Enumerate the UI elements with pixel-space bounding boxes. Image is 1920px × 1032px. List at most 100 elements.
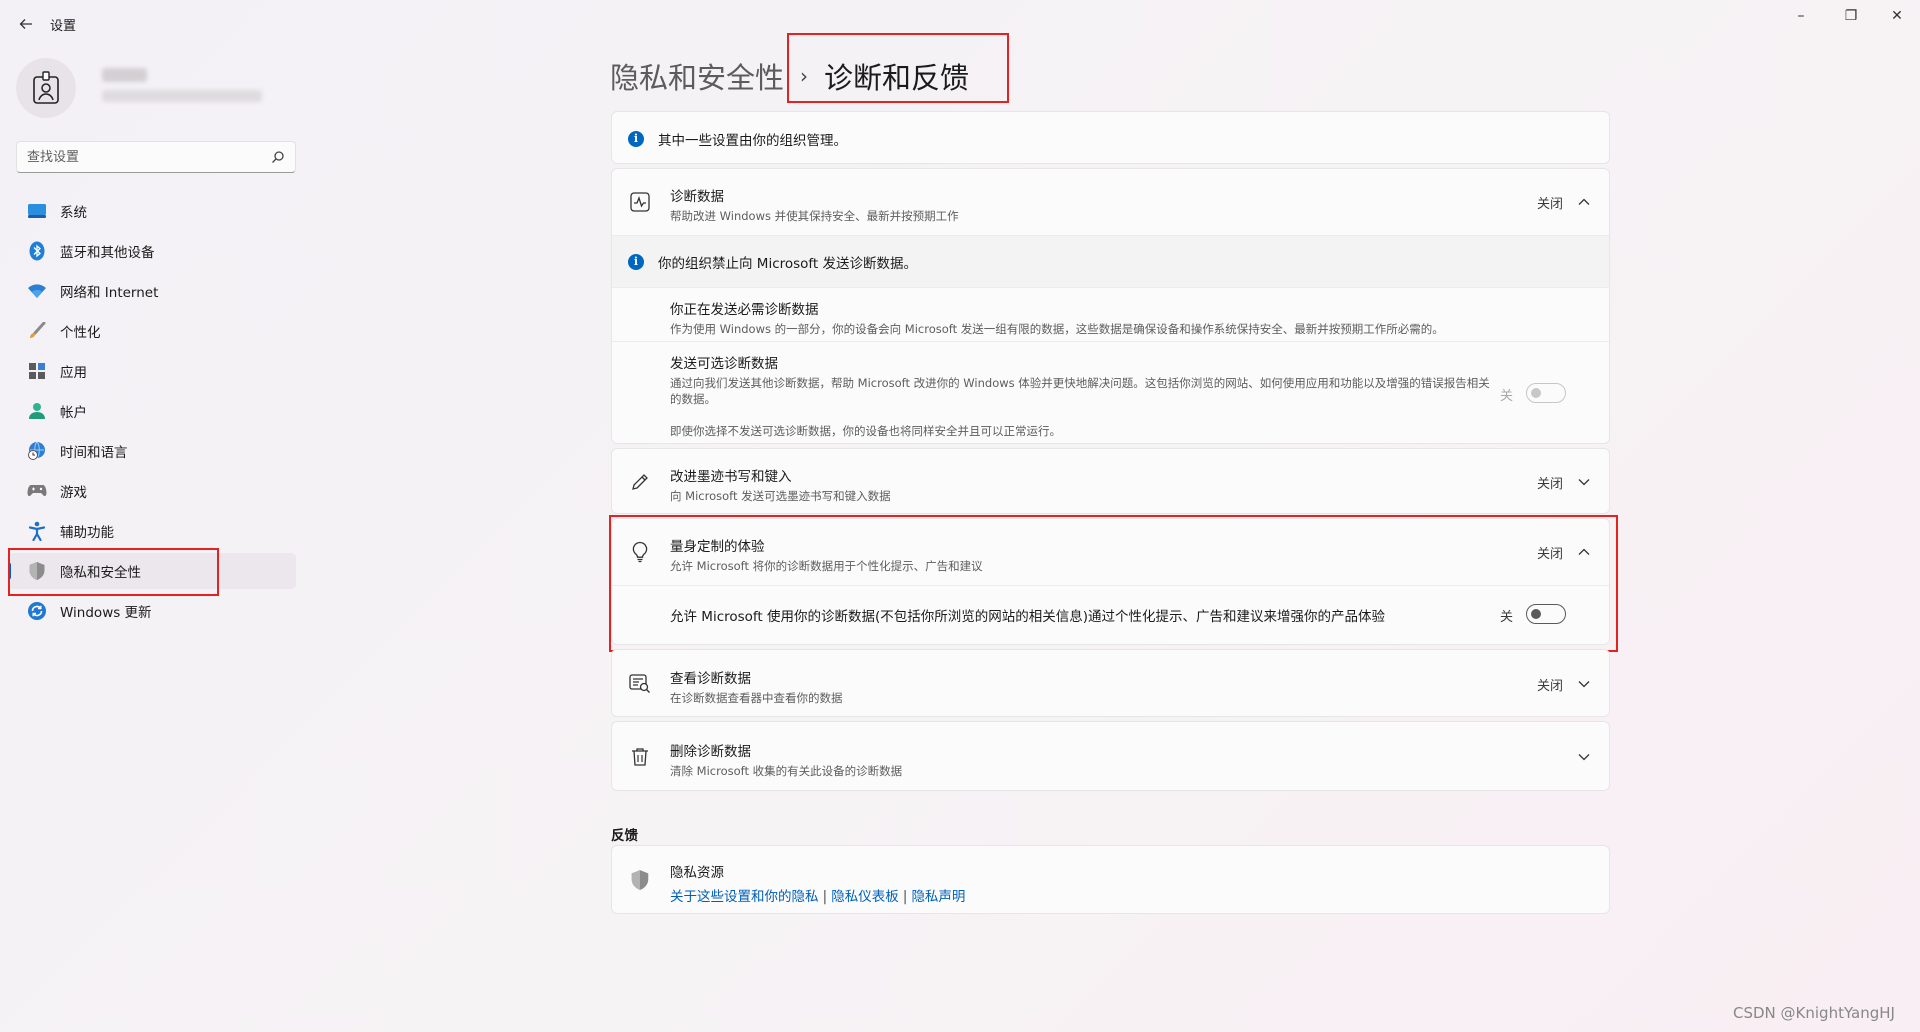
user-name-redacted	[102, 68, 147, 82]
sidebar-nav: 系统 蓝牙和其他设备 网络和 Internet 个性化 应用 帐户 时间和语言 …	[8, 193, 296, 633]
sidebar-item-windows-update[interactable]: Windows 更新	[8, 593, 296, 629]
tailored-desc: 允许 Microsoft 将你的诊断数据用于个性化提示、广告和建议	[670, 559, 983, 573]
privacy-resources-card: 隐私资源 关于这些设置和你的隐私 | 隐私仪表板 | 隐私声明	[611, 845, 1610, 914]
sidebar-item-privacy-security[interactable]: 隐私和安全性	[8, 553, 296, 589]
inking-status: 关闭	[1537, 477, 1564, 492]
avatar	[16, 58, 76, 118]
lightbulb-icon	[628, 540, 652, 564]
back-arrow-icon	[19, 19, 32, 29]
sidebar-item-gaming[interactable]: 游戏	[8, 473, 296, 509]
chevron-down-icon[interactable]	[1576, 749, 1592, 765]
sidebar-item-accounts[interactable]: 帐户	[8, 393, 296, 429]
feedback-heading: 反馈	[611, 828, 638, 844]
optional-data-toggle[interactable]	[1526, 383, 1566, 403]
sidebar-item-label: 蓝牙和其他设备	[60, 245, 155, 261]
diagnostic-data-status: 关闭	[1537, 197, 1564, 212]
link-separator: |	[822, 889, 828, 905]
delete-diagnostic-desc: 清除 Microsoft 收集的有关此设备的诊断数据	[670, 764, 903, 778]
sidebar-item-label: 隐私和安全性	[60, 565, 141, 581]
tailored-header[interactable]: 量身定制的体验 允许 Microsoft 将你的诊断数据用于个性化提示、广告和建…	[612, 519, 1609, 585]
diagnostic-data-header[interactable]: 诊断数据 帮助改进 Windows 并使其保持安全、最新并按预期工作 关闭	[612, 169, 1609, 235]
account-icon	[26, 400, 48, 422]
sidebar-item-label: 系统	[60, 205, 87, 221]
breadcrumb: 隐私和安全性 › 诊断和反馈	[610, 52, 969, 100]
shield-icon	[26, 560, 48, 582]
title-bar: 设置 – ❐ ✕	[0, 0, 1920, 48]
sidebar-item-system[interactable]: 系统	[8, 193, 296, 229]
view-diagnostic-desc: 在诊断数据查看器中查看你的数据	[670, 691, 843, 705]
required-data-desc: 作为使用 Windows 的一部分，你的设备会向 Microsoft 发送一组有…	[670, 322, 1444, 336]
optional-data-row: 发送可选诊断数据 通过向我们发送其他诊断数据，帮助 Microsoft 改进你的…	[612, 342, 1609, 444]
delete-diagnostic-title: 删除诊断数据	[670, 744, 751, 760]
view-diagnostic-card[interactable]: 查看诊断数据 在诊断数据查看器中查看你的数据 关闭	[611, 649, 1610, 717]
user-email-redacted	[102, 90, 262, 102]
chevron-up-icon[interactable]	[1576, 544, 1592, 560]
privacy-statement-link[interactable]: 隐私声明	[911, 889, 965, 905]
page-title: 诊断和反馈	[824, 61, 970, 95]
sidebar-item-label: 个性化	[60, 325, 101, 341]
sidebar-item-personalization[interactable]: 个性化	[8, 313, 296, 349]
shield-icon	[628, 868, 652, 892]
inking-typing-card[interactable]: 改进墨迹书写和键入 向 Microsoft 发送可选墨迹书写和键入数据 关闭	[611, 448, 1610, 514]
org-notice-text: 其中一些设置由你的组织管理。	[658, 133, 847, 149]
optional-data-desc: 通过向我们发送其他诊断数据，帮助 Microsoft 改进你的 Windows …	[670, 376, 1490, 406]
tailored-experiences-card: 量身定制的体验 允许 Microsoft 将你的诊断数据用于个性化提示、广告和建…	[611, 518, 1610, 645]
sidebar-item-label: 辅助功能	[60, 525, 114, 541]
optional-data-footer: 即使你选择不发送可选诊断数据，你的设备也将同样安全并且可以正常运行。	[670, 424, 1061, 438]
optional-data-title: 发送可选诊断数据	[670, 356, 778, 372]
tailored-option-text: 允许 Microsoft 使用你的诊断数据(不包括你所浏览的网站的相关信息)通过…	[670, 609, 1386, 625]
close-button[interactable]: ✕	[1874, 0, 1920, 32]
view-diagnostic-status: 关闭	[1537, 679, 1564, 694]
trash-icon	[628, 745, 652, 769]
sidebar-item-time-language[interactable]: 时间和语言	[8, 433, 296, 469]
apps-icon	[26, 360, 48, 382]
privacy-settings-link[interactable]: 关于这些设置和你的隐私	[670, 889, 819, 905]
info-icon: i	[628, 253, 644, 270]
search-box[interactable]	[16, 141, 296, 173]
inking-desc: 向 Microsoft 发送可选墨迹书写和键入数据	[670, 489, 891, 503]
accessibility-icon	[26, 520, 48, 542]
search-icon[interactable]	[271, 150, 285, 164]
chevron-down-icon[interactable]	[1576, 676, 1592, 692]
minimize-button[interactable]: –	[1778, 0, 1824, 32]
privacy-resources-title: 隐私资源	[670, 865, 724, 881]
sidebar-item-bluetooth[interactable]: 蓝牙和其他设备	[8, 233, 296, 269]
breadcrumb-separator: ›	[800, 64, 809, 88]
required-data-title: 你正在发送必需诊断数据	[670, 302, 819, 318]
chevron-down-icon[interactable]	[1576, 474, 1592, 490]
org-block-notice: i 你的组织禁止向 Microsoft 发送诊断数据。	[612, 236, 1609, 287]
sidebar-item-network[interactable]: 网络和 Internet	[8, 273, 296, 309]
system-monitor-icon	[26, 200, 48, 222]
sidebar-item-apps[interactable]: 应用	[8, 353, 296, 389]
user-profile[interactable]	[16, 58, 306, 118]
app-title: 设置	[50, 19, 77, 34]
sidebar-item-label: Windows 更新	[60, 605, 152, 621]
view-diagnostic-title: 查看诊断数据	[670, 671, 751, 687]
sidebar-item-label: 应用	[60, 365, 87, 381]
update-icon	[26, 600, 48, 622]
watermark: CSDN @KnightYangHJ	[1733, 1004, 1895, 1022]
maximize-button[interactable]: ❐	[1828, 0, 1874, 32]
org-block-text: 你的组织禁止向 Microsoft 发送诊断数据。	[658, 256, 918, 272]
sidebar-item-label: 网络和 Internet	[60, 285, 159, 301]
tailored-option-row: 允许 Microsoft 使用你的诊断数据(不包括你所浏览的网站的相关信息)通过…	[612, 586, 1609, 644]
back-button[interactable]	[12, 10, 40, 38]
chevron-up-icon[interactable]	[1576, 194, 1592, 210]
info-icon: i	[628, 130, 644, 147]
optional-toggle-state: 关	[1500, 389, 1514, 404]
breadcrumb-parent[interactable]: 隐私和安全性	[610, 55, 784, 97]
tailored-title: 量身定制的体验	[670, 539, 765, 555]
search-input[interactable]	[17, 142, 257, 172]
sidebar-item-accessibility[interactable]: 辅助功能	[8, 513, 296, 549]
diagnostic-data-desc: 帮助改进 Windows 并使其保持安全、最新并按预期工作	[670, 209, 959, 223]
activity-chart-icon	[628, 190, 652, 214]
org-managed-notice: i 其中一些设置由你的组织管理。	[611, 111, 1610, 164]
tailored-toggle-state: 关	[1500, 610, 1514, 625]
link-separator: |	[902, 889, 908, 905]
tailored-toggle[interactable]	[1526, 604, 1566, 624]
sidebar-item-label: 帐户	[60, 405, 87, 421]
globe-clock-icon	[26, 440, 48, 462]
delete-diagnostic-card[interactable]: 删除诊断数据 清除 Microsoft 收集的有关此设备的诊断数据	[611, 721, 1610, 791]
privacy-dashboard-link[interactable]: 隐私仪表板	[831, 889, 899, 905]
bluetooth-icon	[26, 240, 48, 262]
